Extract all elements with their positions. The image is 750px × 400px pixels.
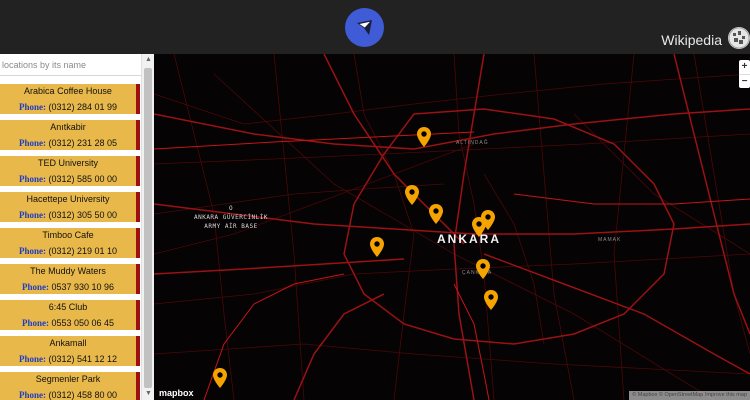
air-base-line2: ARMY AİR BASE xyxy=(204,223,258,230)
location-card-anitkabir[interactable]: Anıtkabir Phone: (0312) 231 28 05 xyxy=(0,120,140,150)
scroll-down-icon[interactable]: ▼ xyxy=(142,388,154,400)
phone-number: (0312) 231 28 05 xyxy=(48,138,118,148)
district-label-altindag: ALTINDAĞ xyxy=(456,140,489,146)
top-bar: Wikipedia xyxy=(0,0,750,54)
map-pin-icon xyxy=(213,368,227,388)
map-pin-icon xyxy=(484,290,498,310)
map-pin-icon xyxy=(481,210,495,230)
location-card-645-club[interactable]: 6:45 Club Phone: 0553 050 06 45 xyxy=(0,300,140,330)
scroll-up-icon[interactable]: ▲ xyxy=(142,54,154,66)
location-name: Ankamall xyxy=(49,338,87,348)
map-pin-icon xyxy=(429,204,443,224)
map-pin-marker[interactable] xyxy=(370,237,384,257)
phone-label: Phone: xyxy=(21,282,49,292)
phone-label: Phone: xyxy=(18,174,46,184)
map-pin-marker[interactable] xyxy=(476,259,490,279)
location-phone: Phone: 0553 050 06 45 xyxy=(0,318,136,329)
zoom-in-button[interactable]: + xyxy=(739,60,750,75)
city-label: ANKARA xyxy=(437,232,501,246)
map-pin-marker[interactable] xyxy=(429,204,443,224)
location-card-segmenler[interactable]: Segmenler Park Phone: (0312) 458 80 00 xyxy=(0,372,140,400)
sidebar-scrollbar[interactable]: ▲ ▼ xyxy=(141,54,154,400)
air-base-label: O ANKARA GÜVERCİNLİK ARMY AİR BASE xyxy=(172,204,290,231)
phone-number: (0312) 305 50 00 xyxy=(48,210,118,220)
location-name: Segmenler Park xyxy=(35,374,101,384)
location-card-muddy-waters[interactable]: The Muddy Waters Phone: 0537 930 10 96 xyxy=(0,264,140,294)
scroll-thumb[interactable] xyxy=(144,68,152,388)
map-pin-marker[interactable] xyxy=(484,290,498,310)
location-phone: Phone: (0312) 231 28 05 xyxy=(0,138,136,149)
map-pin-icon xyxy=(370,237,384,257)
location-phone: Phone: 0537 930 10 96 xyxy=(0,282,136,293)
phone-number: (0312) 219 01 10 xyxy=(48,246,118,256)
location-card-ankamall[interactable]: Ankamall Phone: (0312) 541 12 12 xyxy=(0,336,140,366)
phone-number: (0312) 541 12 12 xyxy=(48,354,118,364)
phone-label: Phone: xyxy=(18,102,46,112)
phone-label: Phone: xyxy=(18,246,46,256)
phone-label: Phone: xyxy=(18,390,46,400)
phone-number: 0553 050 06 45 xyxy=(51,318,115,328)
map-pin-icon xyxy=(417,127,431,147)
location-phone: Phone: (0312) 585 00 00 xyxy=(0,174,136,185)
location-phone: Phone: (0312) 219 01 10 xyxy=(0,246,136,257)
phone-label: Phone: xyxy=(21,318,49,328)
location-phone: Phone: (0312) 284 01 99 xyxy=(0,102,136,113)
location-name: TED University xyxy=(37,158,98,168)
wikipedia-globe-icon[interactable] xyxy=(728,27,750,49)
location-name: Timboo Cafe xyxy=(42,230,94,240)
compass-location-icon xyxy=(357,20,372,35)
map-pin-marker[interactable] xyxy=(405,185,419,205)
mapbox-logo[interactable]: mapbox xyxy=(159,388,194,398)
location-name: The Muddy Waters xyxy=(30,266,106,276)
phone-number: 0537 930 10 96 xyxy=(51,282,115,292)
phone-number: (0312) 585 00 00 xyxy=(48,174,118,184)
map-pin-icon xyxy=(405,185,419,205)
map-pin-marker[interactable] xyxy=(213,368,227,388)
location-card-arabica[interactable]: Arabica Coffee House Phone: (0312) 284 0… xyxy=(0,84,140,114)
phone-number: (0312) 458 80 00 xyxy=(48,390,118,400)
map-view[interactable]: O ANKARA GÜVERCİNLİK ARMY AİR BASE ANKAR… xyxy=(154,54,750,400)
location-phone: Phone: (0312) 458 80 00 xyxy=(0,390,136,400)
phone-label: Phone: xyxy=(18,138,46,148)
zoom-out-button[interactable]: − xyxy=(739,75,750,89)
district-label-mamak: MAMAK xyxy=(598,237,622,243)
locations-list: Arabica Coffee House Phone: (0312) 284 0… xyxy=(0,84,141,400)
zoom-controls: + − xyxy=(739,60,750,88)
map-attribution[interactable]: © Mapbox © OpenStreetMap Improve this ma… xyxy=(629,391,750,400)
wikipedia-link[interactable]: Wikipedia xyxy=(661,31,722,49)
locations-sidebar: Arabica Coffee House Phone: (0312) 284 0… xyxy=(0,54,154,400)
map-pin-icon xyxy=(476,259,490,279)
location-card-ted-university[interactable]: TED University Phone: (0312) 585 00 00 xyxy=(0,156,140,186)
phone-label: Phone: xyxy=(18,210,46,220)
location-phone: Phone: (0312) 305 50 00 xyxy=(0,210,136,221)
location-search-input[interactable] xyxy=(0,54,141,76)
location-name: 6:45 Club xyxy=(48,302,88,312)
app-logo[interactable] xyxy=(345,8,384,47)
phone-number: (0312) 284 01 99 xyxy=(48,102,118,112)
location-name: Arabica Coffee House xyxy=(24,86,112,96)
phone-label: Phone: xyxy=(18,354,46,364)
location-card-hacettepe[interactable]: Hacettepe University Phone: (0312) 305 5… xyxy=(0,192,140,222)
map-pin-marker[interactable] xyxy=(481,210,495,230)
location-name: Anıtkabir xyxy=(50,122,86,132)
location-name: Hacettepe University xyxy=(26,194,110,204)
location-card-timboo[interactable]: Timboo Cafe Phone: (0312) 219 01 10 xyxy=(0,228,140,258)
air-base-line1: ANKARA GÜVERCİNLİK xyxy=(193,214,269,221)
map-pin-marker[interactable] xyxy=(417,127,431,147)
air-base-mark: O xyxy=(228,205,234,212)
location-phone: Phone: (0312) 541 12 12 xyxy=(0,354,136,365)
